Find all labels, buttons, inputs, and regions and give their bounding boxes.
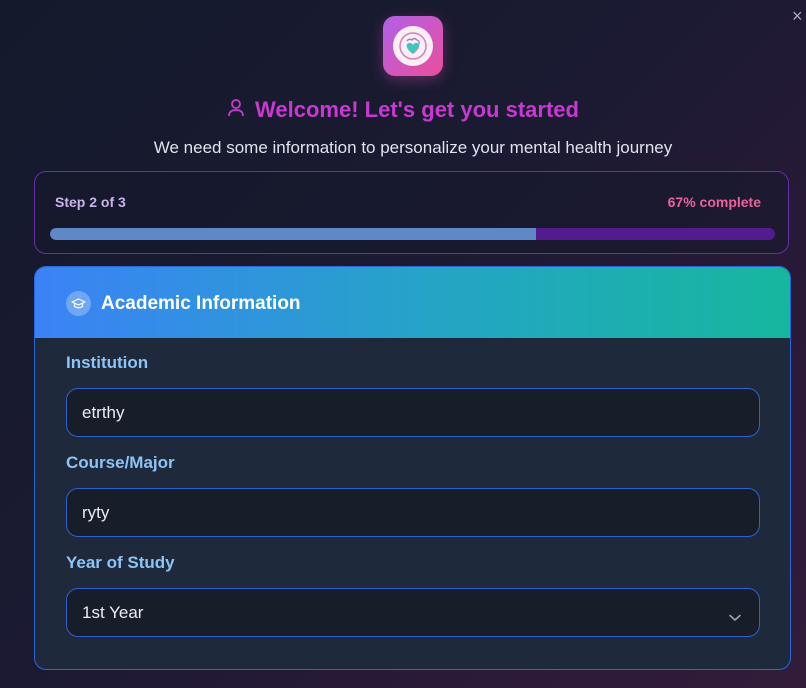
year-of-study-value: 1st Year	[82, 602, 144, 622]
academic-info-card: Academic Information Institution etrthy …	[34, 266, 791, 670]
institution-input[interactable]: etrthy	[66, 388, 760, 437]
brain-heart-icon	[393, 26, 433, 66]
progress-card: Step 2 of 3 67% complete	[34, 171, 789, 254]
graduation-cap-icon	[66, 291, 91, 316]
welcome-heading: Welcome! Let's get you started	[0, 97, 806, 123]
progress-fill	[50, 228, 536, 240]
course-major-input[interactable]: ryty	[66, 488, 760, 537]
progress-track	[50, 228, 775, 240]
academic-info-header: Academic Information	[35, 267, 790, 338]
step-label: Step 2 of 3	[55, 194, 126, 210]
course-major-label: Course/Major	[66, 453, 175, 472]
year-of-study-select[interactable]: 1st Year	[66, 588, 760, 637]
section-title: Academic Information	[101, 292, 301, 314]
app-logo	[383, 16, 443, 76]
subtitle: We need some information to personalize …	[153, 138, 673, 157]
year-of-study-label: Year of Study	[66, 553, 175, 572]
user-icon	[227, 98, 245, 123]
welcome-title: Welcome! Let's get you started	[255, 97, 579, 122]
close-button[interactable]: ×	[792, 7, 806, 25]
chevron-down-icon	[729, 607, 741, 627]
percent-label: 67% complete	[667, 194, 761, 210]
institution-label: Institution	[66, 353, 149, 372]
